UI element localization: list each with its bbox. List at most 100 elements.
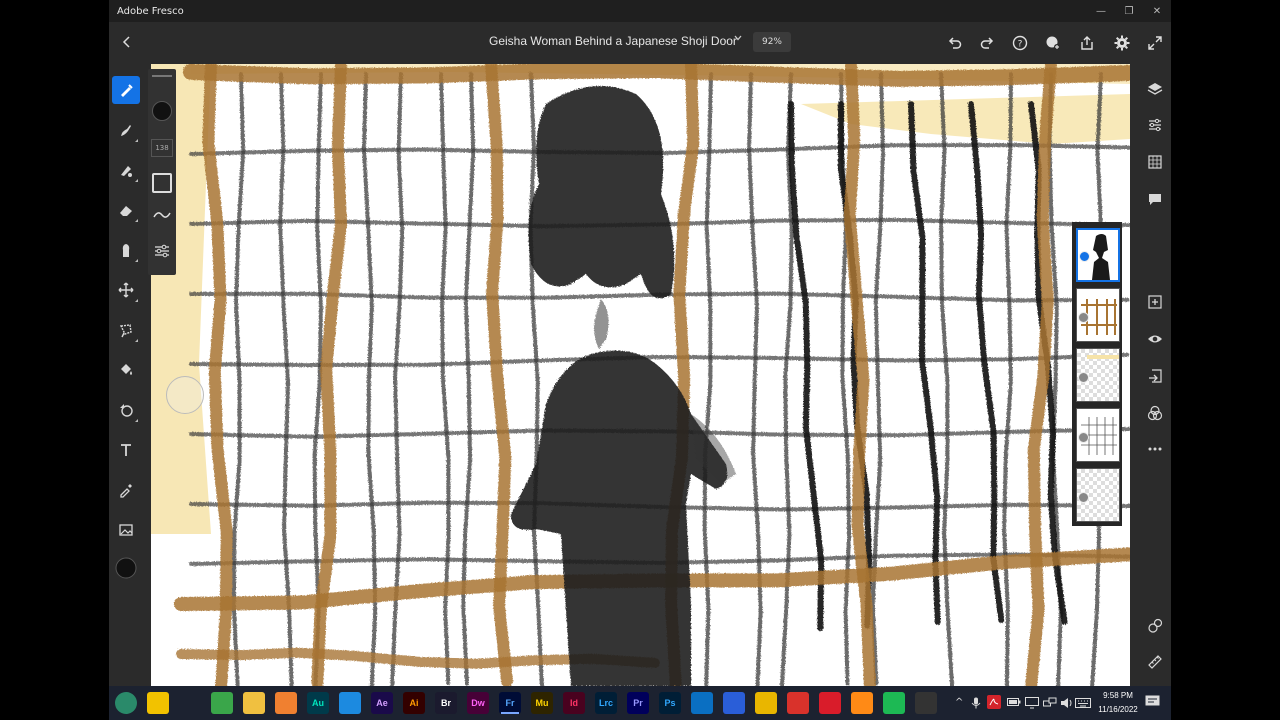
norton-icon[interactable] bbox=[147, 692, 169, 714]
system-clock[interactable]: 9:58 PM 11/16/2022 bbox=[1094, 689, 1142, 717]
fresco-icon[interactable]: Fr bbox=[499, 692, 521, 714]
audition-icon[interactable]: Au bbox=[307, 692, 329, 714]
after-effects-label: Ae bbox=[376, 698, 388, 708]
image-icon[interactable] bbox=[112, 516, 140, 544]
keyboard-icon[interactable] bbox=[1075, 697, 1091, 712]
lasso-icon[interactable] bbox=[112, 316, 140, 344]
dreamweaver-icon[interactable]: Dw bbox=[467, 692, 489, 714]
blend-modes-icon[interactable] bbox=[1144, 615, 1166, 637]
chevron-up-icon[interactable]: ^ bbox=[955, 697, 963, 708]
panel-grip[interactable] bbox=[152, 75, 172, 77]
notepad-icon[interactable] bbox=[211, 692, 233, 714]
layer-thumb-blank[interactable] bbox=[1076, 468, 1120, 522]
layer-thumb-yellow-wash[interactable] bbox=[1076, 348, 1120, 402]
frame-post bbox=[202, 64, 233, 686]
layers-icon[interactable] bbox=[1144, 78, 1166, 100]
layer-thumb-brown-frame[interactable] bbox=[1076, 288, 1120, 342]
grid-icon[interactable] bbox=[1144, 151, 1166, 173]
grid-line-vertical bbox=[1002, 72, 1013, 686]
frame-post bbox=[311, 64, 348, 686]
zoom-level[interactable]: 92% bbox=[753, 32, 791, 52]
shape-icon[interactable] bbox=[112, 396, 140, 424]
premiere-icon[interactable]: Pr bbox=[627, 692, 649, 714]
blend-icon[interactable] bbox=[1144, 402, 1166, 424]
layer-properties-icon[interactable] bbox=[1144, 114, 1166, 136]
layer-thumb-grid-lines[interactable] bbox=[1076, 408, 1120, 462]
firefox-dev-icon[interactable] bbox=[723, 692, 745, 714]
eyedropper-icon[interactable] bbox=[112, 476, 140, 504]
live-brush-icon[interactable] bbox=[112, 116, 140, 144]
brush-size-field[interactable]: 138 bbox=[151, 139, 173, 157]
microphone-icon[interactable] bbox=[971, 697, 981, 712]
chrome-like-start-icon[interactable] bbox=[115, 692, 137, 714]
firefox-icon[interactable] bbox=[851, 692, 873, 714]
frame-post bbox=[1025, 64, 1057, 686]
bridge-icon[interactable]: Br bbox=[435, 692, 457, 714]
type-icon[interactable] bbox=[112, 436, 140, 464]
vivaldi-icon[interactable] bbox=[787, 692, 809, 714]
brush-shape-toggle[interactable] bbox=[152, 173, 172, 193]
help-icon[interactable]: ? bbox=[1010, 33, 1030, 53]
comment-icon[interactable] bbox=[1144, 188, 1166, 210]
settings-icon[interactable] bbox=[1112, 33, 1132, 53]
lightroom-classic-icon[interactable]: Lrc bbox=[595, 692, 617, 714]
acrobat-tray-icon[interactable] bbox=[987, 695, 1001, 712]
ruler-icon[interactable] bbox=[1144, 651, 1166, 673]
drawing-canvas[interactable] bbox=[151, 64, 1130, 686]
edge-dev-icon[interactable] bbox=[691, 692, 713, 714]
layer-thumb-geisha[interactable] bbox=[1076, 228, 1120, 282]
move-icon[interactable] bbox=[112, 276, 140, 304]
minimize-button[interactable]: — bbox=[1087, 0, 1115, 22]
brush-settings-panel: 138 bbox=[148, 69, 176, 275]
ink-line-vertical bbox=[968, 101, 1005, 623]
layers-panel bbox=[1072, 222, 1122, 526]
pixel-brush-icon[interactable] bbox=[112, 76, 140, 104]
notification-icon[interactable] bbox=[1145, 695, 1161, 712]
3d-viewer-icon[interactable] bbox=[179, 692, 201, 714]
vector-brush-icon[interactable] bbox=[112, 156, 140, 184]
add-layer-icon[interactable] bbox=[1144, 291, 1166, 313]
chrome-icon[interactable] bbox=[755, 692, 777, 714]
after-effects-icon[interactable]: Ae bbox=[371, 692, 393, 714]
grid-line-vertical bbox=[870, 72, 886, 686]
share-icon[interactable] bbox=[1077, 33, 1097, 53]
dreamweaver-label: Dw bbox=[471, 698, 485, 708]
volume-icon[interactable] bbox=[1060, 697, 1074, 712]
network-icon[interactable] bbox=[1043, 697, 1057, 712]
smudge-icon[interactable] bbox=[112, 236, 140, 264]
spotify-icon[interactable] bbox=[883, 692, 905, 714]
windows-taskbar: Au Ae Ai Br Dw Fr Mu Id Lrc Pr Ps ^ 9:58 PM 11/16/… bbox=[109, 686, 1171, 720]
invite-icon[interactable] bbox=[1043, 33, 1063, 53]
ink-line-vertical bbox=[788, 101, 825, 631]
visibility-icon[interactable] bbox=[1144, 328, 1166, 350]
color-swatch[interactable] bbox=[112, 554, 140, 582]
document-title[interactable]: Geisha Woman Behind a Japanese Shoji Doo… bbox=[489, 34, 737, 48]
maximize-button[interactable]: ❐ bbox=[1115, 0, 1143, 22]
display-icon[interactable] bbox=[1025, 697, 1039, 712]
opera-icon[interactable] bbox=[819, 692, 841, 714]
ink-line-vertical bbox=[908, 101, 941, 625]
brush-preview[interactable] bbox=[152, 101, 172, 121]
undo-icon[interactable] bbox=[945, 33, 965, 53]
fill-icon[interactable] bbox=[112, 356, 140, 384]
obs-icon[interactable] bbox=[915, 692, 937, 714]
muse-icon[interactable]: Mu bbox=[531, 692, 553, 714]
import-icon[interactable] bbox=[1144, 365, 1166, 387]
file-explorer-icon[interactable] bbox=[243, 692, 265, 714]
smoothing-icon[interactable] bbox=[152, 207, 172, 226]
photoshop-icon[interactable]: Ps bbox=[659, 692, 681, 714]
svg-text:?: ? bbox=[1018, 40, 1023, 50]
brush-options-icon[interactable] bbox=[152, 243, 172, 263]
indesign-icon[interactable]: Id bbox=[563, 692, 585, 714]
artwork bbox=[151, 64, 1130, 686]
redo-icon[interactable] bbox=[977, 33, 997, 53]
edge-icon[interactable] bbox=[339, 692, 361, 714]
close-button[interactable]: ✕ bbox=[1143, 0, 1171, 22]
media-player-icon[interactable] bbox=[275, 692, 297, 714]
fullscreen-icon[interactable] bbox=[1145, 33, 1165, 53]
chevron-down-icon[interactable] bbox=[733, 33, 743, 46]
illustrator-icon[interactable]: Ai bbox=[403, 692, 425, 714]
eraser-icon[interactable] bbox=[112, 196, 140, 224]
back-button[interactable] bbox=[117, 32, 137, 52]
more-icon[interactable] bbox=[1144, 438, 1166, 460]
